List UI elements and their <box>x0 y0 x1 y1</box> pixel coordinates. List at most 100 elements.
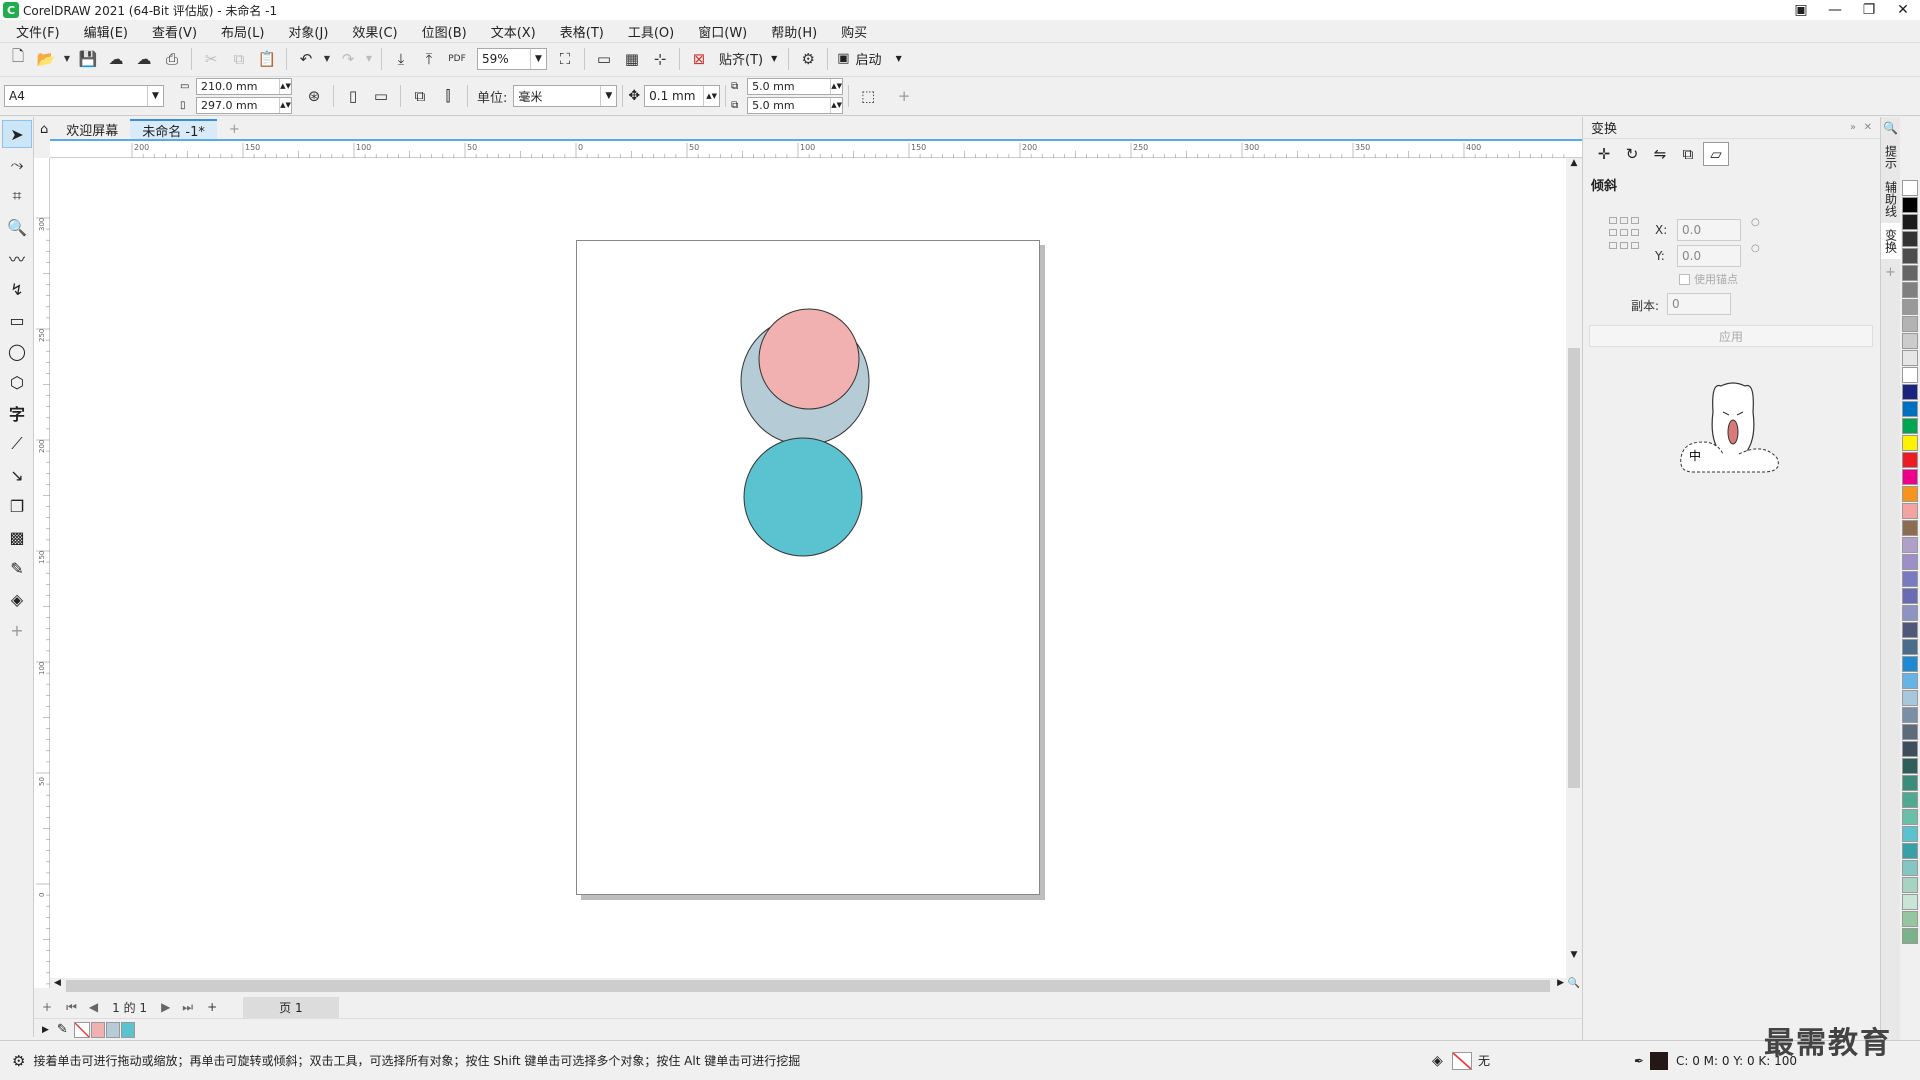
docker-collapse-icon[interactable]: » <box>1850 122 1856 133</box>
menu-view[interactable]: 查看(V) <box>140 22 209 41</box>
palette-color-swatch[interactable] <box>1902 758 1918 774</box>
side-tab-hints[interactable]: 提示 <box>1881 139 1901 175</box>
fill-none-swatch[interactable] <box>1452 1051 1472 1070</box>
apply-button[interactable]: 应用 <box>1589 325 1873 347</box>
palette-color-swatch[interactable] <box>1902 656 1918 672</box>
palette-color-swatch[interactable] <box>1902 265 1918 281</box>
palette-color-swatch[interactable] <box>1902 622 1918 638</box>
palette-color-swatch[interactable] <box>1902 741 1918 757</box>
paste-icon[interactable]: 📋 <box>255 47 279 71</box>
polygon-tool-icon[interactable]: ⬡ <box>2 368 32 396</box>
palette-color-swatch[interactable] <box>1902 792 1918 808</box>
first-page-icon[interactable]: ⏮ <box>66 1000 77 1015</box>
use-anchor-checkbox[interactable]: 使用锚点 <box>1679 271 1738 287</box>
palette-color-swatch[interactable] <box>1902 401 1918 417</box>
palette-color-swatch[interactable] <box>1902 299 1918 315</box>
full-screen-preview-icon[interactable]: ▭ <box>592 47 616 71</box>
scale-mirror-icon[interactable]: ⇋ <box>1647 142 1673 166</box>
eyedropper-icon[interactable]: ✎ <box>57 1022 68 1037</box>
scroll-up-icon[interactable]: ▲ <box>1566 158 1582 168</box>
pink-circle[interactable] <box>758 308 860 410</box>
palette-color-swatch[interactable] <box>1902 775 1918 791</box>
palette-color-swatch[interactable] <box>1902 724 1918 740</box>
previous-page-icon[interactable]: ◀ <box>89 1000 98 1014</box>
palette-color-swatch[interactable] <box>1902 333 1918 349</box>
palette-color-swatch[interactable] <box>1902 214 1918 230</box>
tab-untitled-document[interactable]: 未命名 -1* <box>130 119 217 140</box>
menu-text[interactable]: 文本(X) <box>479 22 548 41</box>
palette-color-swatch[interactable] <box>1902 894 1918 910</box>
docker-close-icon[interactable]: ✕ <box>1864 122 1872 133</box>
undo-dropdown-icon[interactable]: ▼ <box>322 47 332 71</box>
document-color-swatch[interactable] <box>120 1021 135 1038</box>
add-tool-icon[interactable]: + <box>2 616 32 644</box>
text-tool-icon[interactable]: 字 <box>2 399 32 427</box>
size-icon[interactable]: ⧉ <box>1675 142 1701 166</box>
menu-edit[interactable]: 编辑(E) <box>72 22 140 41</box>
palette-color-swatch[interactable] <box>1902 860 1918 876</box>
outline-color-swatch[interactable] <box>1650 1051 1668 1070</box>
artistic-media-tool-icon[interactable]: ↯ <box>2 275 32 303</box>
new-document-icon[interactable]: 🗋 <box>6 47 30 71</box>
palette-color-swatch[interactable] <box>1902 588 1918 604</box>
menu-window[interactable]: 窗口(W) <box>686 22 759 41</box>
home-icon[interactable]: ⌂ <box>34 119 54 139</box>
anchor-grid-icon[interactable] <box>1609 217 1643 251</box>
add-tab-icon[interactable]: + <box>217 119 252 139</box>
menu-help[interactable]: 帮助(H) <box>759 22 829 41</box>
copy-icon[interactable]: ⧉ <box>227 47 251 71</box>
show-grid-icon[interactable]: ▦ <box>620 47 644 71</box>
palette-color-swatch[interactable] <box>1902 690 1918 706</box>
open-icon[interactable]: 📂 <box>34 47 58 71</box>
landscape-icon[interactable]: ▭ <box>369 84 393 108</box>
transparency-tool-icon[interactable]: ▩ <box>2 523 32 551</box>
parallel-dimension-tool-icon[interactable]: ⟋ <box>2 430 32 458</box>
side-tab-add-icon[interactable]: + <box>1881 259 1900 280</box>
palette-color-swatch[interactable] <box>1902 673 1918 689</box>
palette-color-swatch[interactable] <box>1902 877 1918 893</box>
skew-y-input[interactable]: 0.0 <box>1677 245 1741 267</box>
profile-icon[interactable]: ▣ <box>1784 0 1818 20</box>
spinner-icon[interactable]: ▲▼ <box>830 98 842 113</box>
treat-as-filled-icon[interactable]: ⬚ <box>856 84 880 108</box>
current-page-icon[interactable]: ⫿ <box>436 84 460 108</box>
portrait-icon[interactable]: ▯ <box>341 84 365 108</box>
scroll-down-icon[interactable]: ▼ <box>1566 950 1582 960</box>
palette-color-swatch[interactable] <box>1902 350 1918 366</box>
next-page-icon[interactable]: ▶ <box>161 1000 170 1014</box>
palette-color-swatch[interactable] <box>1902 911 1918 927</box>
menu-file[interactable]: 文件(F) <box>4 22 72 41</box>
palette-expand-icon[interactable]: ▶ <box>42 1025 49 1035</box>
scroll-left-icon[interactable]: ◀ <box>54 978 61 988</box>
palette-color-swatch[interactable] <box>1902 486 1918 502</box>
skew-icon[interactable]: ▱ <box>1703 142 1729 166</box>
redo-icon[interactable]: ↷ <box>336 47 360 71</box>
page-height-input[interactable]: 297.0 mm ▲▼ <box>196 97 292 114</box>
nudge-distance-input[interactable]: 0.1 mm ▲▼ <box>644 85 721 107</box>
cut-icon[interactable]: ✂ <box>199 47 223 71</box>
last-page-icon[interactable]: ⏭ <box>182 1000 193 1015</box>
palette-color-swatch[interactable] <box>1902 418 1918 434</box>
pick-tool-icon[interactable]: ➤ <box>2 120 32 148</box>
teal-circle[interactable] <box>743 437 863 557</box>
rectangle-tool-icon[interactable]: ▭ <box>2 306 32 334</box>
palette-color-swatch[interactable] <box>1902 384 1918 400</box>
scroll-right-icon[interactable]: ▶ <box>1557 978 1564 988</box>
add-page-after-icon[interactable]: + <box>207 1000 217 1014</box>
palette-color-swatch[interactable] <box>1902 248 1918 264</box>
status-gear-icon[interactable]: ⚙ <box>12 1052 25 1070</box>
palette-color-swatch[interactable] <box>1902 469 1918 485</box>
horizontal-ruler[interactable]: 200 150 100 50 0 50 100 150 200 250 300 350 400 <box>50 139 1582 158</box>
palette-color-swatch[interactable] <box>1902 843 1918 859</box>
restore-button[interactable]: ❐ <box>1852 0 1886 20</box>
palette-color-swatch[interactable] <box>1902 928 1918 944</box>
copies-input[interactable]: 0 <box>1667 293 1731 315</box>
color-eyedropper-tool-icon[interactable]: ✎ <box>2 554 32 582</box>
all-pages-icon[interactable]: ⧉ <box>408 84 432 108</box>
cloud-download-icon[interactable]: ☁ <box>104 47 128 71</box>
export-icon[interactable]: ⤒ <box>417 47 441 71</box>
shape-tool-icon[interactable]: ⤳ <box>2 151 32 179</box>
palette-color-swatch[interactable] <box>1902 809 1918 825</box>
skew-x-input[interactable]: 0.0 <box>1677 219 1741 241</box>
open-dropdown-icon[interactable]: ▼ <box>62 47 72 71</box>
